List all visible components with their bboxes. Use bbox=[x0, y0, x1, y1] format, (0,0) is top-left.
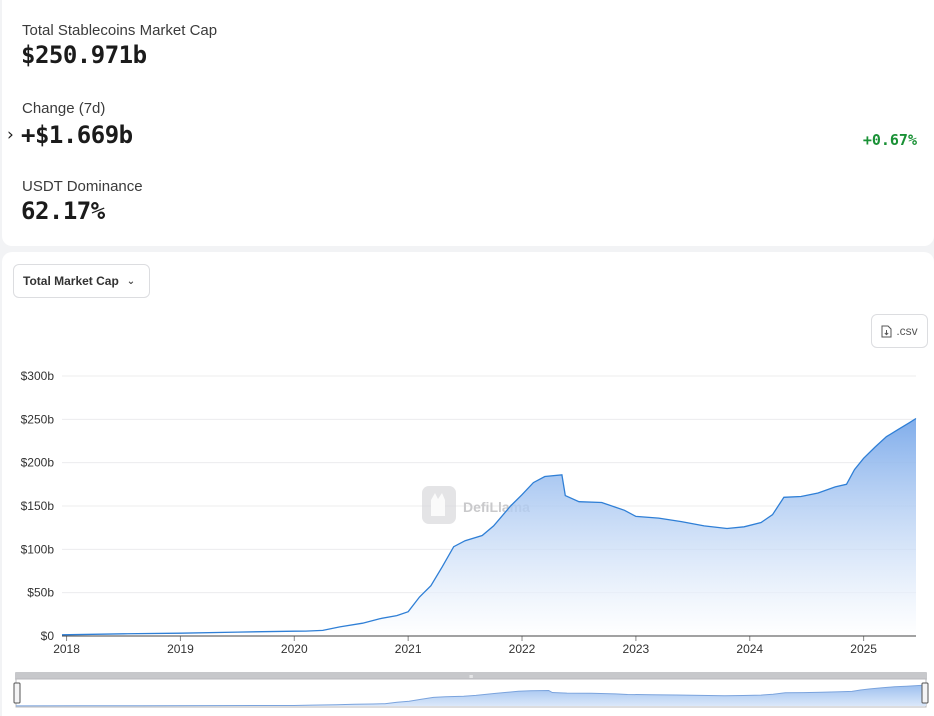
y-tick-label: $300b bbox=[21, 369, 55, 383]
llama-logo-icon bbox=[422, 486, 456, 524]
y-tick-label: $0 bbox=[41, 629, 55, 643]
x-tick-label: 2022 bbox=[509, 642, 536, 656]
y-tick-label: $150b bbox=[21, 499, 55, 513]
series-area bbox=[62, 418, 916, 636]
x-tick-label: 2020 bbox=[281, 642, 308, 656]
navigator-handle[interactable] bbox=[921, 682, 929, 704]
range-navigator[interactable]: ≡ bbox=[13, 672, 929, 708]
y-tick-label: $200b bbox=[21, 456, 55, 470]
x-tick-label: 2019 bbox=[167, 642, 194, 656]
y-tick-label: $250b bbox=[21, 412, 55, 426]
x-tick-label: 2021 bbox=[395, 642, 422, 656]
navigator-handle[interactable] bbox=[13, 682, 21, 704]
market-cap-chart: DefiLlama $0$50b$100b$150b$200b$250b$300… bbox=[13, 369, 929, 708]
x-tick-label: 2024 bbox=[736, 642, 763, 656]
y-tick-label: $50b bbox=[27, 586, 54, 600]
x-tick-label: 2023 bbox=[623, 642, 650, 656]
x-tick-label: 2025 bbox=[850, 642, 877, 656]
x-tick-label: 2018 bbox=[53, 642, 80, 656]
y-tick-label: $100b bbox=[21, 542, 55, 556]
